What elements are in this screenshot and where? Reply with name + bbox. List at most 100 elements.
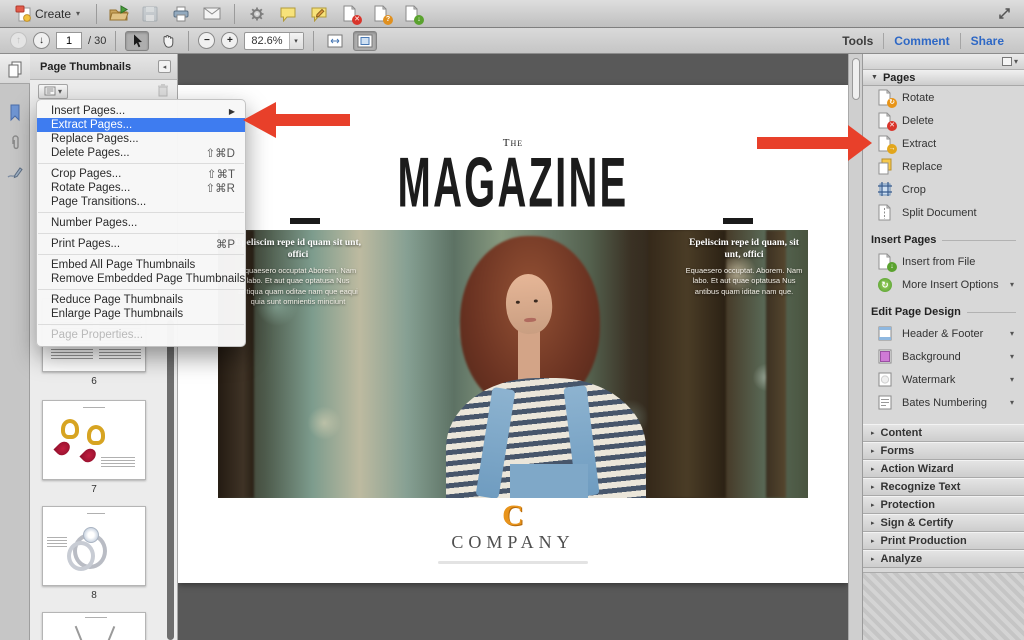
create-label: Create (35, 7, 71, 21)
action-wizard-section-header[interactable]: ▸ Action Wizard (863, 460, 1024, 478)
triangle-right-icon: ▸ (871, 465, 875, 473)
split-document-tool[interactable]: Split Document (863, 201, 1024, 224)
panel-options-icon[interactable] (1002, 57, 1012, 66)
thumbnails-scrollbar[interactable] (167, 320, 174, 640)
remove-pdf-button[interactable]: ✕ (338, 3, 362, 25)
delete-page-button[interactable] (157, 83, 169, 100)
background-icon (877, 348, 893, 365)
forms-section-header[interactable]: ▸ Forms (863, 442, 1024, 460)
menu-item-print-pages[interactable]: Print Pages... ⌘P (37, 237, 245, 251)
signatures-nav-button[interactable] (0, 158, 30, 188)
review-button[interactable] (307, 3, 331, 25)
menu-divider (38, 233, 244, 234)
rotate-tool[interactable]: ↻ Rotate (863, 86, 1024, 109)
background-tool[interactable]: Background ▾ (863, 345, 1024, 368)
crop-tool[interactable]: Crop (863, 178, 1024, 201)
menu-divider (38, 254, 244, 255)
toolbar-divider (188, 31, 189, 51)
page-thumbnail-8[interactable] (42, 506, 146, 586)
menu-item-page-properties[interactable]: Page Properties... (37, 328, 245, 342)
expand-icon (997, 6, 1012, 21)
collapse-panel-button[interactable]: ◂ (158, 60, 171, 73)
hand-tool-button[interactable] (155, 31, 179, 51)
watermark-icon (877, 371, 893, 388)
page-thumbnail-7[interactable] (42, 400, 146, 480)
save-button[interactable] (138, 3, 162, 25)
print-button[interactable] (169, 3, 193, 25)
down-arrow-icon: ↓ (39, 35, 44, 46)
thumbnails-options-button[interactable]: ▾ (38, 84, 68, 99)
replace-tool[interactable]: Replace (863, 155, 1024, 178)
chevron-down-icon[interactable]: ▾ (1014, 57, 1018, 66)
next-page-button[interactable]: ↓ (33, 32, 50, 49)
document-canvas: The MAGAZINE Epelisc (178, 54, 848, 640)
page-thumbnails-nav-button[interactable] (0, 54, 30, 84)
comment-button[interactable] (276, 3, 300, 25)
more-insert-options-tool[interactable]: ↻ More Insert Options ▾ (863, 273, 1024, 296)
select-tool-button[interactable] (125, 31, 149, 51)
tools-tab[interactable]: Tools (832, 34, 883, 48)
page-number-input[interactable] (56, 32, 82, 49)
protection-section-header[interactable]: ▸ Protection (863, 496, 1024, 514)
menu-item-page-transitions[interactable]: Page Transitions... (37, 195, 245, 209)
document-scrollbar-thumb[interactable] (852, 58, 860, 100)
menu-item-enlarge-thumbnails[interactable]: Enlarge Page Thumbnails (37, 307, 245, 321)
plus-icon: + (227, 35, 233, 46)
page-number-label: 8 (42, 590, 146, 601)
analyze-section-header[interactable]: ▸ Analyze (863, 550, 1024, 568)
fit-width-button[interactable] (323, 31, 347, 51)
menu-item-embed-thumbnails[interactable]: Embed All Page Thumbnails (37, 258, 245, 272)
thumbnails-options-menu: Insert Pages... ▶ Extract Pages... Repla… (36, 99, 246, 347)
tools-panel-minibar: ▾ (863, 54, 1024, 70)
chevron-down-icon: ▾ (1010, 329, 1014, 338)
insert-pdf-button[interactable]: ↓ (400, 3, 424, 25)
rotate-icon: ↻ (877, 89, 893, 106)
sign-certify-section-header[interactable]: ▸ Sign & Certify (863, 514, 1024, 532)
previous-page-button[interactable]: ↑ (10, 32, 27, 49)
company-tagline (438, 561, 588, 564)
toolbar-divider (115, 31, 116, 51)
menu-item-rotate-pages[interactable]: Rotate Pages... ⇧⌘R (37, 181, 245, 195)
pages-section-header[interactable]: ▼ Pages (863, 70, 1024, 86)
pdf-options-button[interactable]: ? (369, 3, 393, 25)
delete-tool[interactable]: ✕ Delete (863, 109, 1024, 132)
attachments-nav-button[interactable] (0, 128, 30, 158)
email-button[interactable] (200, 3, 224, 25)
settings-button[interactable] (245, 3, 269, 25)
delete-icon: ✕ (877, 112, 893, 129)
share-tab[interactable]: Share (961, 34, 1014, 48)
signature-icon (6, 165, 24, 181)
menu-item-replace-pages[interactable]: Replace Pages... (37, 132, 245, 146)
zoom-out-button[interactable]: − (198, 32, 215, 49)
zoom-level-select[interactable]: 82.6% ▾ (244, 32, 303, 50)
comment-tab[interactable]: Comment (884, 34, 959, 48)
menu-item-insert-pages[interactable]: Insert Pages... ▶ (37, 104, 245, 118)
fullscreen-button[interactable] (992, 3, 1016, 25)
zoom-in-button[interactable]: + (221, 32, 238, 49)
bates-numbering-tool[interactable]: Bates Numbering ▾ (863, 391, 1024, 414)
recognize-text-section-header[interactable]: ▸ Recognize Text (863, 478, 1024, 496)
menu-item-crop-pages[interactable]: Crop Pages... ⇧⌘T (37, 167, 245, 181)
menu-divider (38, 212, 244, 213)
watermark-tool[interactable]: Watermark ▾ (863, 368, 1024, 391)
menu-item-reduce-thumbnails[interactable]: Reduce Page Thumbnails (37, 293, 245, 307)
left-rail (0, 54, 30, 640)
bookmarks-nav-button[interactable] (0, 98, 30, 128)
menu-item-extract-pages[interactable]: Extract Pages... (37, 118, 245, 132)
create-button[interactable]: Create ▾ (8, 3, 86, 25)
content-section-header[interactable]: ▸ Content (863, 424, 1024, 442)
insert-from-file-tool[interactable]: ↓ Insert from File (863, 250, 1024, 273)
menu-item-remove-embedded-thumbnails[interactable]: Remove Embedded Page Thumbnails (37, 272, 245, 286)
menu-item-number-pages[interactable]: Number Pages... (37, 216, 245, 230)
print-production-section-header[interactable]: ▸ Print Production (863, 532, 1024, 550)
chevron-down-icon: ▾ (294, 37, 298, 45)
open-file-button[interactable] (107, 3, 131, 25)
page-thumbnail-9[interactable] (42, 612, 146, 640)
cover-column-body: Equaesero occuptat. Aborem. Nam labo. Et… (680, 266, 808, 298)
menu-item-delete-pages[interactable]: Delete Pages... ⇧⌘D (37, 146, 245, 160)
header-footer-tool[interactable]: Header & Footer ▾ (863, 322, 1024, 345)
thumbnails-panel-title: Page Thumbnails (40, 61, 158, 73)
fit-page-button[interactable] (353, 31, 377, 51)
extract-tool[interactable]: → Extract (863, 132, 1024, 155)
insert-from-file-icon: ↓ (877, 253, 893, 270)
